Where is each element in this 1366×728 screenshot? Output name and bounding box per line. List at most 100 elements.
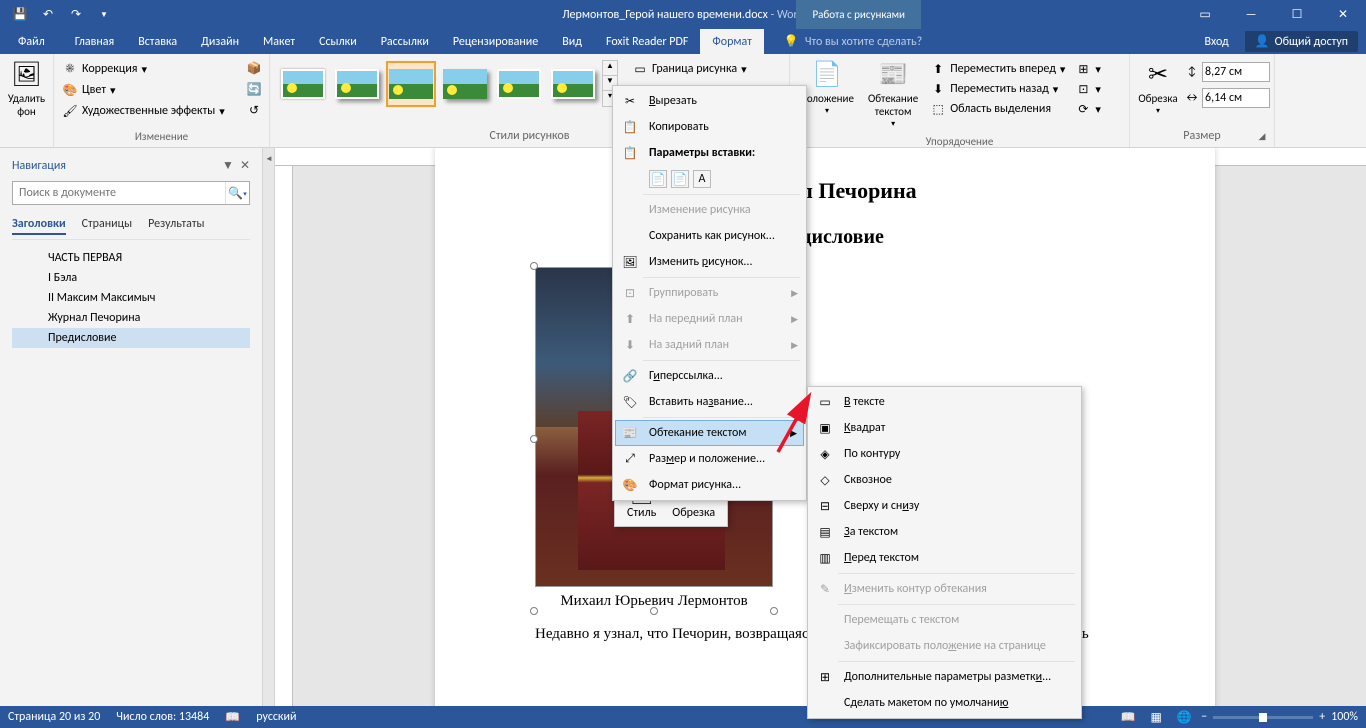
qat-customize[interactable]: ▼ <box>92 3 116 27</box>
save-button[interactable]: 💾 <box>8 3 32 27</box>
tab-foxit[interactable]: Foxit Reader PDF <box>594 29 700 54</box>
ctx-edit-picture[interactable]: 🖼Изменить рисунок... <box>615 249 804 275</box>
tab-view[interactable]: Вид <box>550 29 594 54</box>
vertical-ruler[interactable] <box>275 166 293 706</box>
picture-style-gallery[interactable]: ▲ ▼ ▾ <box>274 56 622 111</box>
wrap-square[interactable]: ▣Квадрат <box>810 415 1079 441</box>
wrap-tight[interactable]: ◈По контуру <box>810 441 1079 467</box>
style-4[interactable] <box>440 61 490 107</box>
align-button[interactable]: ⊞▾ <box>1071 59 1105 79</box>
wrap-text-button[interactable]: 📰 Обтекание текстом▾ <box>862 56 924 133</box>
nav-menu-button[interactable]: ▼ <box>222 158 234 173</box>
undo-button[interactable]: ↶ <box>36 3 60 27</box>
change-picture-button[interactable]: 🔄 <box>242 79 266 99</box>
style-5[interactable] <box>494 61 544 107</box>
wrap-behind[interactable]: ▤За текстом <box>810 519 1079 545</box>
paste-opt-3[interactable]: A <box>693 170 711 188</box>
tab-design[interactable]: Дизайн <box>189 29 251 54</box>
gallery-up[interactable]: ▲ <box>603 61 617 76</box>
nav-item-part1[interactable]: ЧАСТЬ ПЕРВАЯ <box>12 248 250 268</box>
group-button[interactable]: ⊡▾ <box>1071 79 1105 99</box>
view-read-mode[interactable]: 📖 <box>1117 708 1139 726</box>
zoom-level[interactable]: 100% <box>1331 710 1358 724</box>
tab-layout[interactable]: Макет <box>251 29 307 54</box>
nav-tab-headings[interactable]: Заголовки <box>12 215 66 235</box>
status-words[interactable]: Число слов: 13484 <box>116 710 209 725</box>
resize-handle-bl[interactable] <box>530 607 538 615</box>
resize-handle-br[interactable] <box>770 607 778 615</box>
ctx-size-position[interactable]: ⤢Размер и положение... <box>615 446 804 472</box>
ctx-wrap-text[interactable]: 📰Обтекание текстом▶ <box>615 420 804 446</box>
tab-review[interactable]: Рецензирование <box>441 29 550 54</box>
picture-border-button[interactable]: ▭Граница рисунка ▾ <box>628 59 751 79</box>
ctx-cut[interactable]: ✂Вырезать <box>615 88 804 114</box>
selection-pane-button[interactable]: ⬚Область выделения <box>926 99 1069 119</box>
nav-search-box[interactable]: 🔍▾ <box>12 181 250 205</box>
corrections-button[interactable]: ☀Коррекция ▾ <box>58 59 151 79</box>
ctx-save-as-picture[interactable]: Сохранить как рисунок... <box>615 223 804 249</box>
crop-button[interactable]: ✂ Обрезка▾ <box>1134 56 1182 120</box>
tab-home[interactable]: Главная <box>63 29 126 54</box>
nav-tab-pages[interactable]: Страницы <box>82 215 133 235</box>
paste-opt-2[interactable]: 📄 <box>671 170 689 188</box>
status-page[interactable]: Страница 20 из 20 <box>8 710 100 725</box>
bring-forward-button[interactable]: ⬆Переместить вперед ▾ <box>926 59 1069 79</box>
nav-item-preface[interactable]: Предисловие <box>12 328 250 348</box>
ribbon-options-button[interactable]: ▭ <box>1182 0 1228 29</box>
ctx-hyperlink[interactable]: 🔗Гиперссылка... <box>615 363 804 389</box>
status-proofing[interactable]: 📖 <box>225 710 240 725</box>
tab-references[interactable]: Ссылки <box>307 29 369 54</box>
wrap-topbottom[interactable]: ⊟Сверху и снизу <box>810 493 1079 519</box>
wrap-more-options[interactable]: ⊞Дополнительные параметры разметки... <box>810 664 1079 690</box>
style-6[interactable] <box>548 61 598 107</box>
tab-insert[interactable]: Вставка <box>126 29 189 54</box>
minimize-button[interactable]: — <box>1228 0 1274 29</box>
view-web-layout[interactable]: 🌐 <box>1173 708 1195 726</box>
style-1[interactable] <box>278 61 328 107</box>
zoom-in-button[interactable]: + <box>1319 710 1325 724</box>
resize-handle-tl[interactable] <box>530 262 538 270</box>
height-input[interactable]: ↕8,27 см <box>1184 62 1270 82</box>
ctx-paste-options[interactable]: 📄 📄 A <box>615 166 804 192</box>
wrap-through[interactable]: ◇Сквозное <box>810 467 1079 493</box>
dialog-launcher-size[interactable]: ◢ <box>1256 131 1268 143</box>
search-input[interactable] <box>13 182 225 204</box>
compress-button[interactable]: 📦 <box>242 58 266 78</box>
share-button[interactable]: 👤 Общий доступ <box>1245 31 1358 52</box>
tell-me-search[interactable]: 💡 Что вы хотите сделать? <box>784 29 922 54</box>
zoom-slider[interactable] <box>1213 716 1313 719</box>
nav-tab-results[interactable]: Результаты <box>148 215 204 235</box>
rotate-button[interactable]: ⟳▾ <box>1071 99 1105 119</box>
wrap-set-default[interactable]: Сделать макетом по умолчанию <box>810 690 1079 716</box>
artistic-effects-button[interactable]: 🖌Художественные эффекты ▾ <box>58 101 229 121</box>
status-language[interactable]: русский <box>256 710 296 725</box>
resize-handle-b[interactable] <box>650 607 658 615</box>
ctx-format-picture[interactable]: 🎨Формат рисунка... <box>615 472 804 498</box>
nav-close-button[interactable]: ✕ <box>240 158 250 173</box>
redo-button[interactable]: ↷ <box>64 3 88 27</box>
color-button[interactable]: 🎨Цвет ▾ <box>58 80 120 100</box>
paste-opt-1[interactable]: 📄 <box>649 170 667 188</box>
resize-handle-l[interactable] <box>530 435 538 443</box>
nav-item-journal[interactable]: Журнал Печорина <box>12 308 250 328</box>
style-3[interactable] <box>386 61 436 107</box>
maximize-button[interactable]: ☐ <box>1274 0 1320 29</box>
style-2[interactable] <box>332 61 382 107</box>
wrap-inline[interactable]: ▭В тексте <box>810 389 1079 415</box>
width-input[interactable]: ↔6,14 см <box>1184 88 1270 108</box>
ctx-insert-caption[interactable]: 🏷Вставить название... <box>615 389 804 415</box>
zoom-out-button[interactable]: − <box>1201 710 1207 724</box>
pane-splitter[interactable] <box>263 148 275 706</box>
reset-picture-button[interactable]: ↺ <box>242 100 266 120</box>
tab-file[interactable]: Файл <box>0 29 63 54</box>
view-print-layout[interactable]: ▦ <box>1145 708 1167 726</box>
send-backward-button[interactable]: ⬇Переместить назад ▾ <box>926 79 1069 99</box>
tab-mailings[interactable]: Рассылки <box>369 29 441 54</box>
remove-background-button[interactable]: 🖼 Удалить фон <box>4 56 49 120</box>
wrap-infront[interactable]: ▥Перед текстом <box>810 545 1079 571</box>
ctx-copy[interactable]: 📋Копировать <box>615 114 804 140</box>
nav-item-bela[interactable]: I Бэла <box>12 268 250 288</box>
close-button[interactable]: ✕ <box>1320 0 1366 29</box>
search-button[interactable]: 🔍▾ <box>225 182 249 204</box>
signin-button[interactable]: Вход <box>1192 35 1240 49</box>
